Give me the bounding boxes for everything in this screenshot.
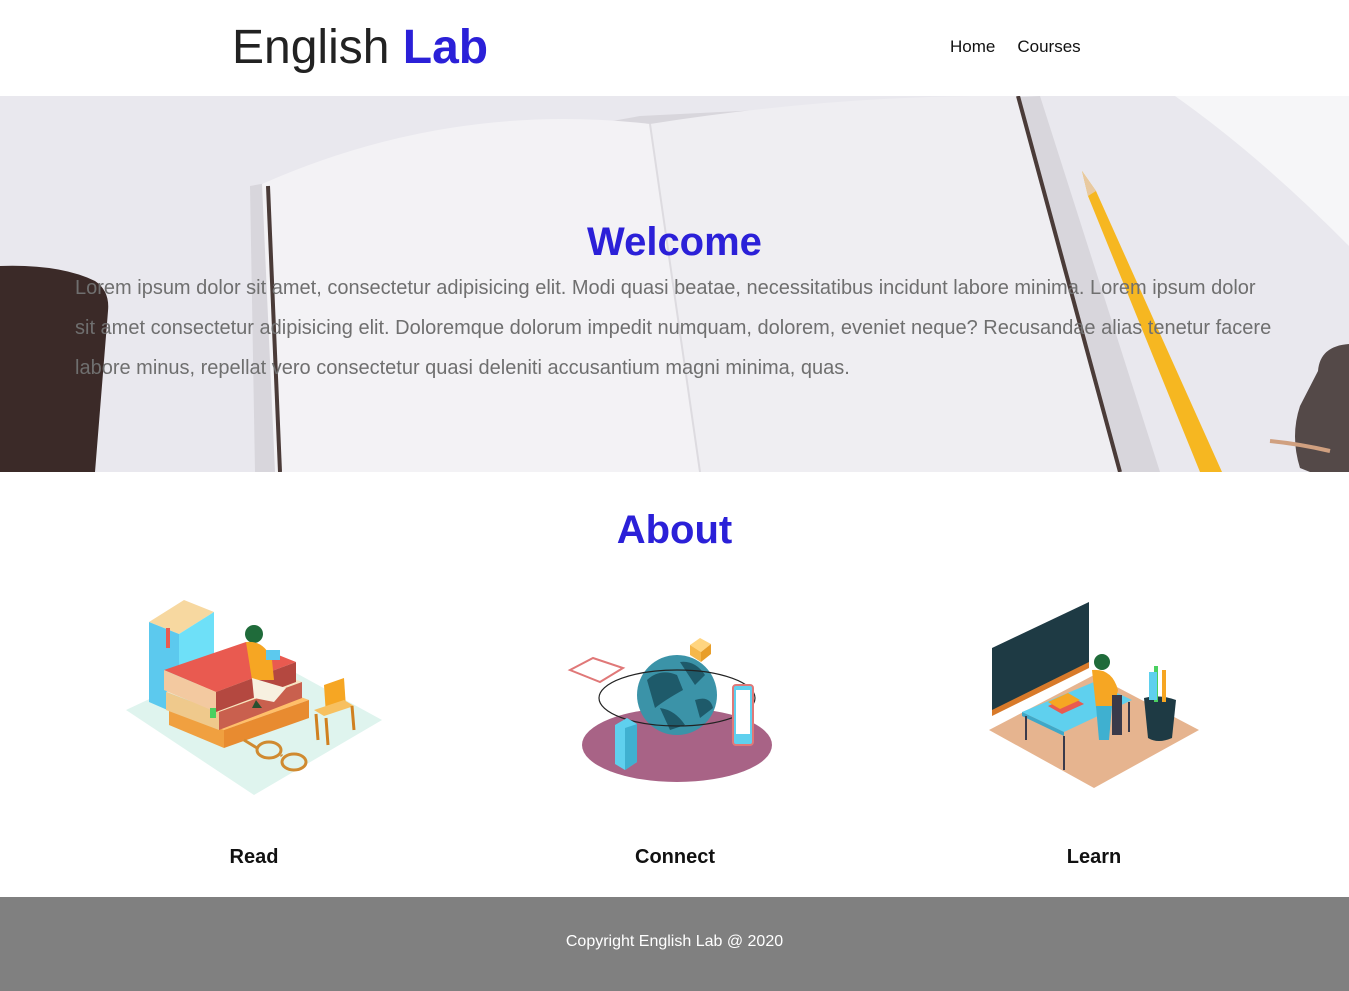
- nav-courses-link[interactable]: Courses: [1017, 37, 1080, 57]
- feature-learn-label: Learn: [1066, 846, 1122, 868]
- feature-connect: Connect: [465, 590, 885, 880]
- site-logo[interactable]: English Lab: [232, 20, 488, 76]
- feature-read: Read: [44, 590, 464, 880]
- site-header: English Lab Home Courses: [0, 0, 1349, 96]
- feature-learn: Learn: [884, 590, 1304, 880]
- globe-devices-illustration: [567, 638, 772, 782]
- nav-home-link[interactable]: Home: [950, 37, 995, 57]
- books-reading-illustration: [126, 600, 382, 795]
- hero-title: Welcome: [587, 220, 762, 264]
- main-nav: Home Courses: [950, 37, 1081, 57]
- about-title: About: [616, 508, 733, 552]
- hero-banner: Welcome Lorem ipsum dolor sit amet, cons…: [0, 96, 1349, 472]
- classroom-desk-illustration: [989, 602, 1199, 788]
- feature-connect-label: Connect: [635, 846, 715, 868]
- hero-description: Lorem ipsum dolor sit amet, consectetur …: [75, 277, 1272, 379]
- site-footer: Copyright English Lab @ 2020: [0, 897, 1349, 991]
- logo-text: English: [232, 21, 390, 74]
- logo-accent: Lab: [402, 21, 489, 74]
- feature-read-label: Read: [229, 846, 279, 868]
- footer-copyright: Copyright English Lab @ 2020: [565, 933, 784, 950]
